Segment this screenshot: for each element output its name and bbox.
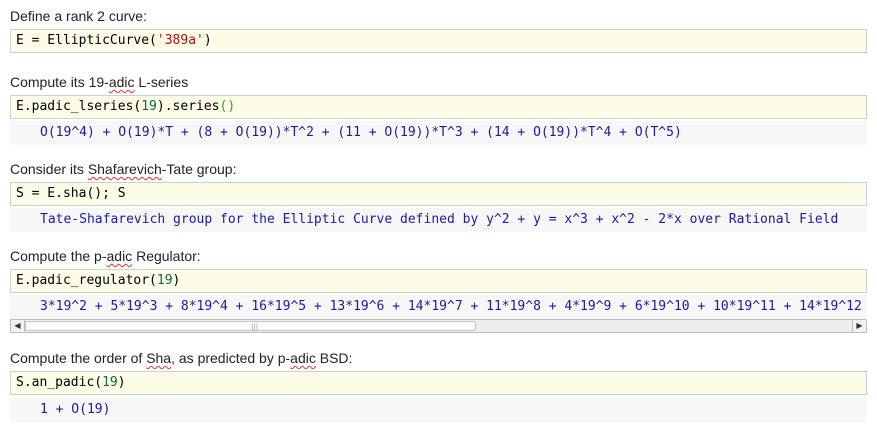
output-cell-3: Tate-Shafarevich group for the Elliptic … bbox=[10, 208, 867, 232]
section-2-label: Compute its 19-adic L-series bbox=[10, 74, 189, 90]
scroll-left-icon[interactable]: ◀ bbox=[11, 320, 25, 332]
output-cell-5: 1 + O(19) bbox=[10, 398, 867, 422]
output-cell-4: 3*19^2 + 5*19^3 + 8*19^4 + 16*19^5 + 13*… bbox=[10, 295, 867, 319]
input-cell-5[interactable]: S.an_padic(19) bbox=[10, 371, 867, 395]
section-5-label: Compute the order of Sha, as predicted b… bbox=[10, 350, 353, 366]
input-cell-3[interactable]: S = E.sha(); S bbox=[10, 182, 867, 206]
input-cell-2[interactable]: E.padic_lseries(19).series() bbox=[10, 95, 867, 119]
input-cell-4[interactable]: E.padic_regulator(19) bbox=[10, 269, 867, 293]
output-cell-2: O(19^4) + O(19)*T + (8 + O(19))*T^2 + (1… bbox=[10, 121, 867, 145]
horizontal-scrollbar[interactable]: ◀ ||| ▶ bbox=[10, 319, 867, 333]
scroll-right-icon[interactable]: ▶ bbox=[852, 320, 866, 332]
grip-icon: ||| bbox=[251, 323, 259, 331]
input-cell-1[interactable]: E = EllipticCurve('389a') bbox=[10, 29, 867, 53]
section-1-label: Define a rank 2 curve: bbox=[10, 8, 147, 24]
section-4-label: Compute the p-adic Regulator: bbox=[10, 248, 201, 264]
scrollbar-thumb[interactable]: ||| bbox=[25, 321, 476, 331]
section-3-label: Consider its Shafarevich-Tate group: bbox=[10, 161, 237, 177]
